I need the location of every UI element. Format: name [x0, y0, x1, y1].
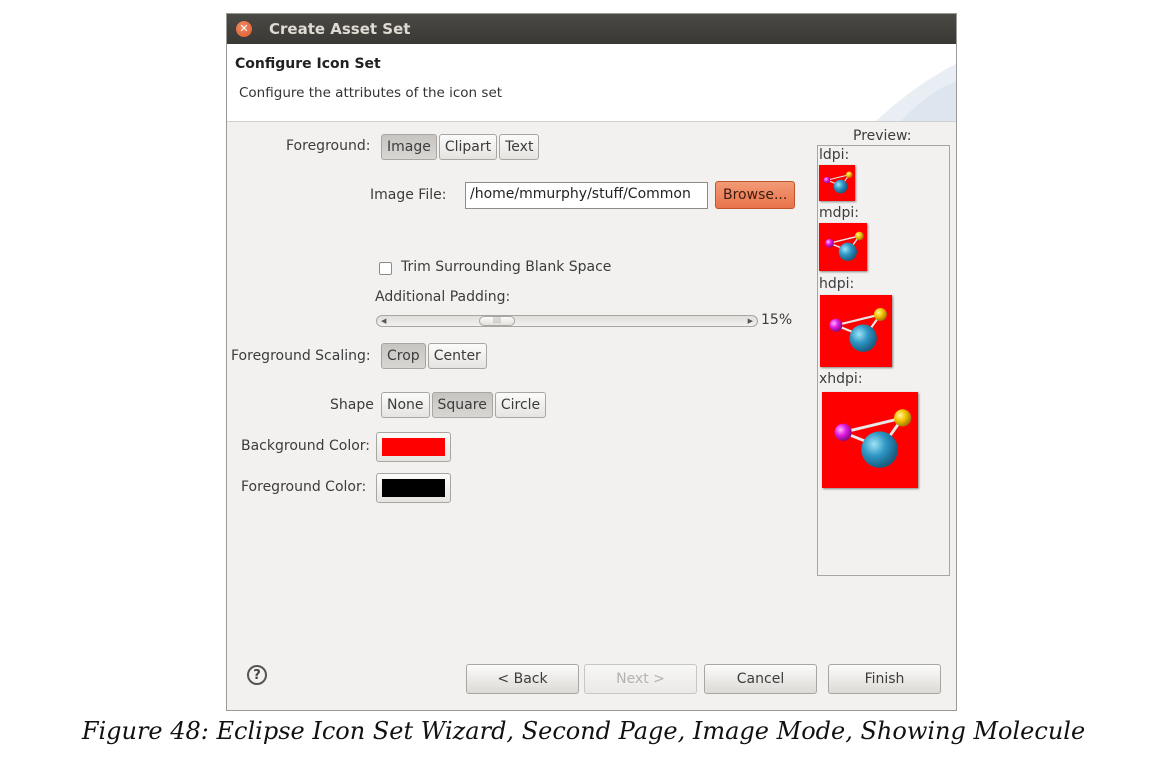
scaling-toggle-group: Crop Center	[381, 343, 487, 369]
page-description: Configure the attributes of the icon set	[239, 85, 503, 101]
page-title: Configure Icon Set	[235, 56, 381, 72]
foreground-image-button[interactable]: Image	[381, 134, 437, 160]
figure-caption: Figure 48: Eclipse Icon Set Wizard, Seco…	[81, 717, 1086, 745]
browse-button[interactable]: Browse...	[715, 181, 796, 209]
finish-button[interactable]: Finish	[828, 664, 941, 694]
shape-label: Shape	[330, 397, 374, 413]
xhdpi-label: xhdpi:	[819, 371, 863, 387]
ldpi-molecule-icon	[819, 165, 855, 201]
hdpi-label: hdpi:	[819, 276, 855, 292]
foreground-clipart-button[interactable]: Clipart	[438, 134, 498, 160]
foreground-color-label: Foreground Color:	[241, 479, 367, 495]
close-icon[interactable]: ✕	[236, 21, 252, 37]
mdpi-label: mdpi:	[819, 205, 860, 221]
image-file-label: Image File:	[370, 187, 447, 203]
foreground-color-button[interactable]	[376, 473, 451, 503]
background-color-label: Background Color:	[241, 438, 370, 454]
foreground-color-swatch	[382, 479, 445, 497]
padding-label: Additional Padding:	[375, 289, 511, 305]
mdpi-molecule-icon	[819, 223, 867, 271]
trim-label: Trim Surrounding Blank Space	[401, 259, 612, 275]
scaling-center-button[interactable]: Center	[427, 343, 487, 369]
header-decoration-icon	[876, 64, 956, 121]
next-button: Next >	[584, 664, 697, 694]
hdpi-molecule-icon	[820, 295, 892, 367]
shape-square-button[interactable]: Square	[431, 392, 493, 418]
foreground-text-button[interactable]: Text	[499, 134, 540, 160]
wizard-header: Configure Icon Set Configure the attribu…	[227, 44, 956, 122]
back-button[interactable]: < Back	[466, 664, 579, 694]
trim-checkbox[interactable]	[379, 262, 392, 275]
shape-toggle-group: None Square Circle	[381, 392, 547, 418]
ldpi-label: ldpi:	[819, 147, 850, 163]
preview-label: Preview:	[853, 128, 912, 144]
cancel-button[interactable]: Cancel	[704, 664, 817, 694]
scaling-label: Foreground Scaling:	[231, 348, 371, 364]
padding-slider[interactable]: ◀ |||| ▶	[376, 315, 758, 327]
slider-thumb[interactable]: ||||	[479, 316, 515, 326]
background-color-swatch	[382, 438, 445, 456]
padding-value: 15%	[761, 312, 793, 328]
slider-right-arrow-icon[interactable]: ▶	[748, 317, 753, 325]
title-bar: ✕ Create Asset Set	[227, 14, 956, 44]
background-color-button[interactable]	[376, 432, 451, 462]
shape-circle-button[interactable]: Circle	[494, 392, 547, 418]
scaling-crop-button[interactable]: Crop	[381, 343, 426, 369]
help-icon[interactable]: ?	[247, 665, 267, 685]
image-file-input[interactable]: /home/mmurphy/stuff/Common	[465, 182, 708, 209]
slider-left-arrow-icon[interactable]: ◀	[381, 317, 386, 325]
xhdpi-molecule-icon	[822, 392, 918, 488]
foreground-label: Foreground:	[286, 138, 371, 154]
shape-none-button[interactable]: None	[381, 392, 430, 418]
foreground-toggle-group: Image Clipart Text	[381, 134, 540, 160]
window-title: Create Asset Set	[269, 20, 411, 38]
